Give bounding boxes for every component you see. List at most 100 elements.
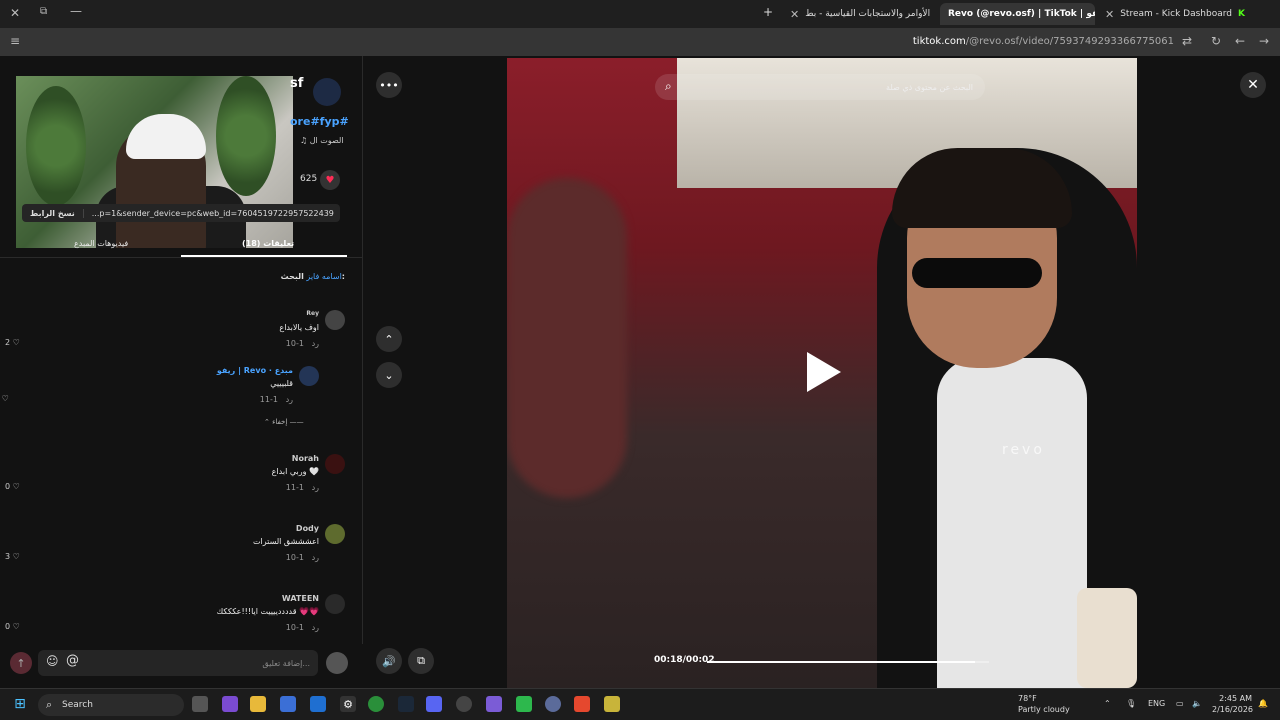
comment-likes[interactable]: 0 ♡ [5,482,20,491]
volume-button[interactable]: 🔊 [376,648,402,674]
tune-icon[interactable]: ⇄ [1182,34,1192,48]
close-video-button[interactable]: ✕ [1240,72,1266,98]
comment-author[interactable]: ريفو | Revo · مبدع [217,366,293,375]
avatar[interactable] [325,524,345,544]
active-tab-indicator [181,255,347,257]
comment-likes[interactable]: 0 ♡ [5,622,20,631]
copy-link-button[interactable]: نسخ الرابط [22,208,84,218]
task-view-icon[interactable] [192,696,208,712]
video-player[interactable]: ⌕ البحث عن محتوى ذي صلة revo 00:18/00:02 [507,58,1137,688]
reply-button[interactable]: رد [312,483,319,492]
address-bar: ≡ tiktok.com/@revo.osf/video/75937492933… [0,28,1280,56]
chrome-icon[interactable] [368,696,384,712]
outlook-icon[interactable] [310,696,326,712]
comment-author[interactable]: Dody [296,524,319,533]
reload-icon[interactable]: ↻ [1211,34,1221,48]
app-icon[interactable] [545,696,561,712]
menu-icon[interactable]: ≡ [10,34,20,48]
obs-icon[interactable] [456,696,472,712]
volume-icon[interactable]: 🔈 [1192,699,1202,708]
next-video-button[interactable]: ⌄ [376,362,402,388]
notepad-icon[interactable] [604,696,620,712]
taskbar-search[interactable]: ⌕ Search [38,694,184,716]
list-item: Norah وربي ابداع 🤍 رد 1-11 0 ♡ [5,454,345,514]
mention-icon[interactable]: @ [66,653,79,668]
clock-time: 2:45 AM [1219,694,1252,703]
like-count: 625 [300,174,318,184]
tray-chevron-icon[interactable]: ⌃ [1104,699,1111,708]
speaker-icon: 🔊 [382,654,396,668]
settings-icon[interactable]: ⚙ [340,696,356,712]
video-search[interactable]: ⌕ البحث عن محتوى ذي صلة [655,74,985,100]
game-icon[interactable] [486,696,502,712]
emoji-icon[interactable]: ☺ [46,654,59,668]
copilot-icon[interactable] [222,696,238,712]
avatar[interactable] [326,652,348,674]
tab-close-icon[interactable]: ✕ [1105,8,1114,21]
comment-date: 1-10 [285,339,304,348]
tab-label: Revo (@revo.osf) | TikTok | ريفو [948,9,1095,19]
comment-author[interactable]: Norah [292,454,319,463]
notification-icon[interactable]: 🔔 [1258,699,1268,708]
profile-handle[interactable]: sf [290,76,303,91]
discord-icon[interactable] [426,696,442,712]
avatar[interactable] [325,594,345,614]
tab-close-icon[interactable]: ✕ [790,8,799,21]
tab-label: Stream - Kick Dashboard [1120,9,1233,19]
forward-icon[interactable]: → [1259,34,1269,48]
avatar[interactable] [325,310,345,330]
close-window-icon[interactable]: ✕ [10,6,20,20]
tab-commands[interactable]: ✕ الأوامر والاستجابات القياسية - بط [782,3,940,25]
steam-icon[interactable] [398,696,414,712]
minimize-icon[interactable]: — [70,4,82,18]
more-options-button[interactable]: ••• [376,72,402,98]
comment-date: 1-11 [259,395,278,404]
clock[interactable]: 2:45 AM 2/16/2026 [1212,693,1253,715]
comment-likes[interactable]: 3 ♡ [5,552,20,561]
microphone-icon[interactable]: 🎙 [1126,699,1136,708]
comment-meta: رد 1-10 [286,339,319,348]
hide-replies-button[interactable]: ⌃ إخفاء —— [264,418,304,426]
video-progress-bar[interactable] [707,661,989,663]
comment-author[interactable]: WATEEN [282,594,319,603]
windows-start-icon[interactable]: ⊞ [12,696,28,712]
reply-button[interactable]: رد [312,553,319,562]
brave-icon[interactable] [574,696,590,712]
avatar[interactable] [299,366,319,386]
language-indicator[interactable]: ENG [1148,699,1165,708]
store-icon[interactable] [280,696,296,712]
comment-input[interactable]: إضافة تعليق... [38,650,318,676]
arrow-up-icon: ↑ [16,656,26,670]
search-query[interactable]: اسامه فايز [306,272,341,281]
comment-likes[interactable]: 2 ♡ [5,338,20,347]
play-icon[interactable] [807,352,841,392]
back-icon[interactable]: ← [1235,34,1245,48]
search-icon: ⌕ [665,79,672,93]
pip-button[interactable]: ⧉ [408,648,434,674]
tab-tiktok[interactable]: Revo (@revo.osf) | TikTok | ريفو [940,3,1095,25]
reply-button[interactable]: رد [312,623,319,632]
reply-button[interactable]: رد [312,339,319,348]
profile-avatar[interactable] [313,78,341,106]
file-explorer-icon[interactable] [250,696,266,712]
like-button[interactable]: ♥ [320,170,340,190]
hashtags[interactable]: ore#fyp# [290,115,349,128]
chevron-up-icon: ⌃ [384,332,394,346]
tab-kick-dashboard[interactable]: ✕ Stream - Kick Dashboard K [1097,3,1257,25]
comment-likes[interactable]: 1 ♡ [0,394,9,403]
comment-author[interactable]: Rey [306,310,319,317]
reply-button[interactable]: رد [286,395,293,404]
new-tab-button[interactable]: + [763,5,773,19]
previous-video-button[interactable]: ⌃ [376,326,402,352]
comment-meta: رد 1-10 [286,623,319,632]
avatar[interactable] [325,454,345,474]
tab-comments[interactable]: تعليقات (18) [242,239,294,248]
sound-link[interactable]: ♫ الصوت ال [300,136,344,145]
url-field[interactable]: tiktok.com/@revo.osf/video/7593749293366… [913,36,1174,47]
send-button[interactable]: ↑ [10,652,32,674]
kick-app-icon[interactable] [516,696,532,712]
weather-widget[interactable]: 78°F Partly cloudy [1018,693,1070,715]
network-icon[interactable]: ▭ [1176,699,1184,708]
restore-icon[interactable]: ⧉ [40,6,47,17]
tab-creator-videos[interactable]: فيديوهات المبدع [74,239,128,248]
